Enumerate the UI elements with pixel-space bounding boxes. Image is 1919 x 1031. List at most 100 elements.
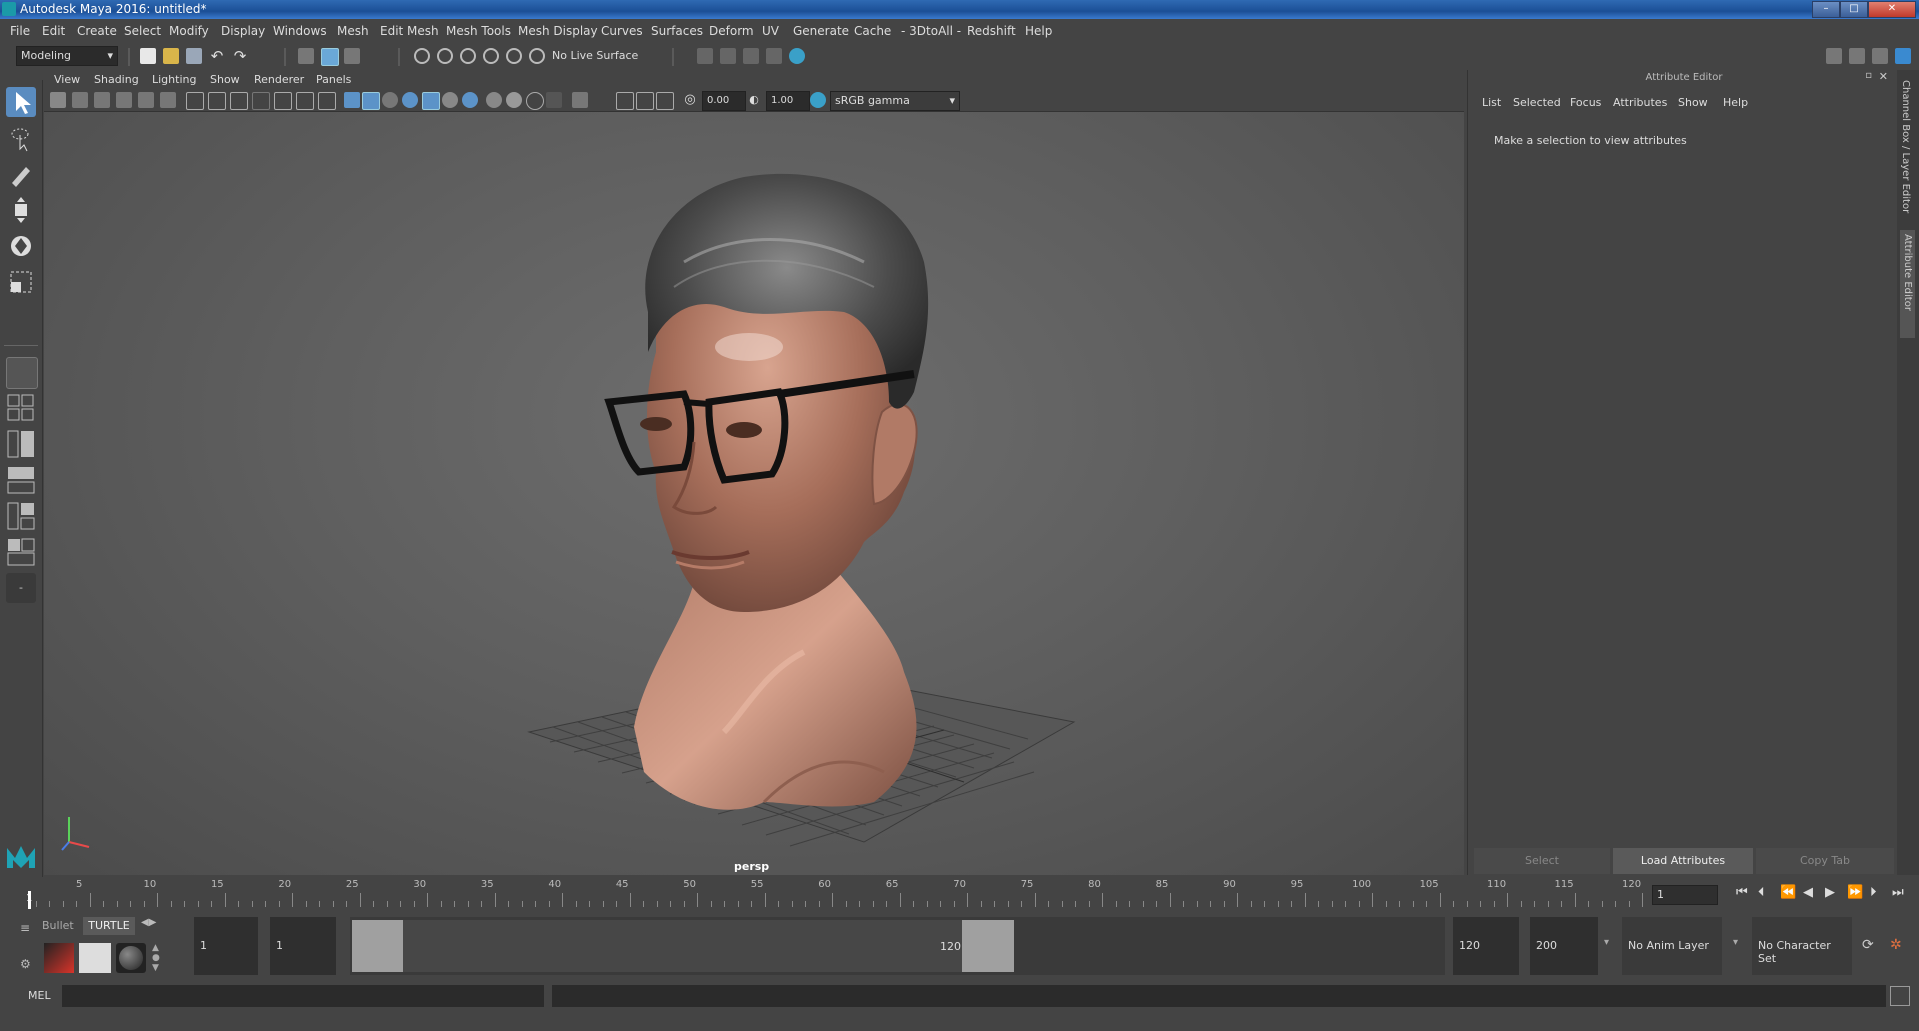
bookmark-icon[interactable]: [94, 92, 110, 108]
animation-preferences-icon[interactable]: ✲: [1890, 937, 1902, 953]
xray-joints-icon[interactable]: [616, 92, 634, 110]
shelf-tab-turtle[interactable]: TURTLE: [83, 917, 135, 935]
ipr-render-icon[interactable]: [720, 48, 736, 64]
menu-mesh[interactable]: Mesh: [337, 24, 369, 38]
gamma-field[interactable]: 1.00: [766, 91, 810, 111]
new-scene-icon[interactable]: [140, 48, 156, 64]
four-view-layout-icon[interactable]: [6, 393, 36, 423]
render-settings-icon[interactable]: [743, 48, 759, 64]
current-frame-field[interactable]: 1: [1652, 885, 1718, 905]
close-button[interactable]: ✕: [1868, 1, 1916, 18]
motion-blur-icon[interactable]: [506, 92, 522, 108]
menu-mesh-display[interactable]: Mesh Display: [518, 24, 598, 38]
menu-redshift[interactable]: Redshift: [967, 24, 1016, 38]
menu-create[interactable]: Create: [77, 24, 117, 38]
render-current-frame-icon[interactable]: [697, 48, 713, 64]
gamma-icon[interactable]: ◐: [746, 92, 762, 108]
exposure-field[interactable]: 0.00: [702, 91, 746, 111]
shadows-icon[interactable]: [462, 92, 478, 108]
safe-title-icon[interactable]: [318, 92, 336, 110]
chevron-down-icon[interactable]: ▾: [1733, 937, 1738, 948]
screen-space-ao-icon[interactable]: [486, 92, 502, 108]
lasso-tool-icon[interactable]: [6, 123, 36, 153]
shelf-scroll-arrows-icon[interactable]: ◀▶: [141, 917, 156, 928]
close-panel-icon[interactable]: ✕: [1879, 70, 1888, 83]
rotate-tool-icon[interactable]: [6, 231, 36, 261]
hamburger-icon[interactable]: ≡: [20, 921, 30, 935]
modeling-toolkit-icon[interactable]: [1826, 48, 1842, 64]
select-by-object-icon[interactable]: [321, 48, 339, 66]
menu-generate[interactable]: Generate: [793, 24, 849, 38]
tool-settings-icon[interactable]: [1872, 48, 1888, 64]
single-perspective-view-icon[interactable]: [6, 357, 38, 389]
chevron-down-icon[interactable]: ▾: [1604, 937, 1609, 948]
step-back-frame-icon[interactable]: ⏴: [1758, 885, 1765, 900]
turtle-baking-icon[interactable]: [79, 943, 111, 973]
menu-modify[interactable]: Modify: [169, 24, 209, 38]
playback-end-field[interactable]: 120: [1453, 917, 1519, 975]
go-to-end-icon[interactable]: ⏭: [1892, 885, 1904, 900]
command-input[interactable]: [62, 985, 544, 1007]
anti-aliasing-icon[interactable]: [526, 92, 544, 110]
script-editor-icon[interactable]: [1890, 986, 1910, 1006]
image-plane-icon[interactable]: [116, 92, 132, 108]
viewport-menu-view[interactable]: View: [54, 73, 80, 86]
playback-start-field[interactable]: 1: [270, 917, 336, 975]
perspective-viewport[interactable]: persp: [44, 112, 1464, 875]
menu-edit[interactable]: Edit: [42, 24, 65, 38]
viewport-menu-lighting[interactable]: Lighting: [152, 73, 196, 86]
float-panel-icon[interactable]: ▫: [1865, 70, 1872, 81]
xray-icon[interactable]: [402, 92, 418, 108]
grease-pencil-icon[interactable]: [160, 92, 176, 108]
live-surface-field[interactable]: No Live Surface: [552, 47, 648, 65]
field-chart-icon[interactable]: [274, 92, 292, 110]
exposure-icon[interactable]: ◎: [682, 92, 698, 108]
snap-to-surface-icon[interactable]: [506, 48, 522, 64]
time-slider[interactable]: 5 10 15 20 25 30 35 40 45 50 55 60 65 70 75 80 85 90 95 100…: [0, 877, 1919, 911]
menu-cache[interactable]: Cache: [854, 24, 891, 38]
smooth-shade-icon[interactable]: [362, 92, 380, 110]
menu-mesh-tools[interactable]: Mesh Tools: [446, 24, 511, 38]
camera-attributes-icon[interactable]: [72, 92, 88, 108]
undo-icon[interactable]: ↶: [209, 48, 225, 64]
ae-menu-attributes[interactable]: Attributes: [1613, 96, 1667, 109]
persp-outliner-graph-layout-icon[interactable]: [6, 501, 36, 531]
shelf-scroll-icon[interactable]: ▲ ● ▼: [152, 943, 160, 973]
use-all-lights-icon[interactable]: [442, 92, 458, 108]
select-button[interactable]: Select: [1474, 848, 1610, 874]
open-scene-icon[interactable]: [163, 48, 179, 64]
ae-menu-show[interactable]: Show: [1678, 96, 1708, 109]
snap-to-point-icon[interactable]: [460, 48, 476, 64]
character-set-selector[interactable]: No Character Set: [1752, 917, 1852, 975]
camera-icon[interactable]: [50, 92, 66, 108]
range-end-handle[interactable]: [962, 920, 1014, 972]
script-language-label[interactable]: MEL: [28, 989, 51, 1002]
menu-curves[interactable]: Curves: [601, 24, 643, 38]
depth-of-field-icon[interactable]: [546, 92, 562, 108]
wireframe-on-shaded-icon[interactable]: [382, 92, 398, 108]
snap-to-view-plane-icon[interactable]: [483, 48, 499, 64]
render-view-icon[interactable]: [789, 48, 805, 64]
two-d-pan-zoom-icon[interactable]: [138, 92, 154, 108]
channel-box-tab[interactable]: Channel Box / Layer Editor: [1900, 80, 1911, 220]
load-attributes-button[interactable]: Load Attributes: [1613, 848, 1753, 874]
color-space-selector[interactable]: sRGB gamma ▾: [830, 91, 960, 111]
menu-select[interactable]: Select: [124, 24, 161, 38]
safe-action-icon[interactable]: [296, 92, 314, 110]
hypershade-layout-icon[interactable]: [6, 537, 36, 567]
attribute-editor-toggle-icon[interactable]: [1849, 48, 1865, 64]
resolution-gate-icon[interactable]: [230, 92, 248, 110]
select-by-hierarchy-icon[interactable]: [298, 48, 314, 64]
time-slider-track[interactable]: 5 10 15 20 25 30 35 40 45 50 55 60 65 70 75 80 85 90 95 100…: [36, 879, 1643, 907]
persp-graph-layout-icon[interactable]: [6, 465, 36, 495]
turtle-render-icon[interactable]: [44, 943, 74, 973]
wireframe-icon[interactable]: [344, 92, 360, 108]
menu-uv[interactable]: UV: [762, 24, 779, 38]
ae-menu-help[interactable]: Help: [1723, 96, 1748, 109]
hypershade-icon[interactable]: [766, 48, 782, 64]
copy-tab-button[interactable]: Copy Tab: [1756, 848, 1894, 874]
isolate-select-icon[interactable]: [572, 92, 588, 108]
menu-help[interactable]: Help: [1025, 24, 1052, 38]
textured-icon[interactable]: [422, 92, 440, 110]
maximize-button[interactable]: □: [1840, 1, 1868, 18]
